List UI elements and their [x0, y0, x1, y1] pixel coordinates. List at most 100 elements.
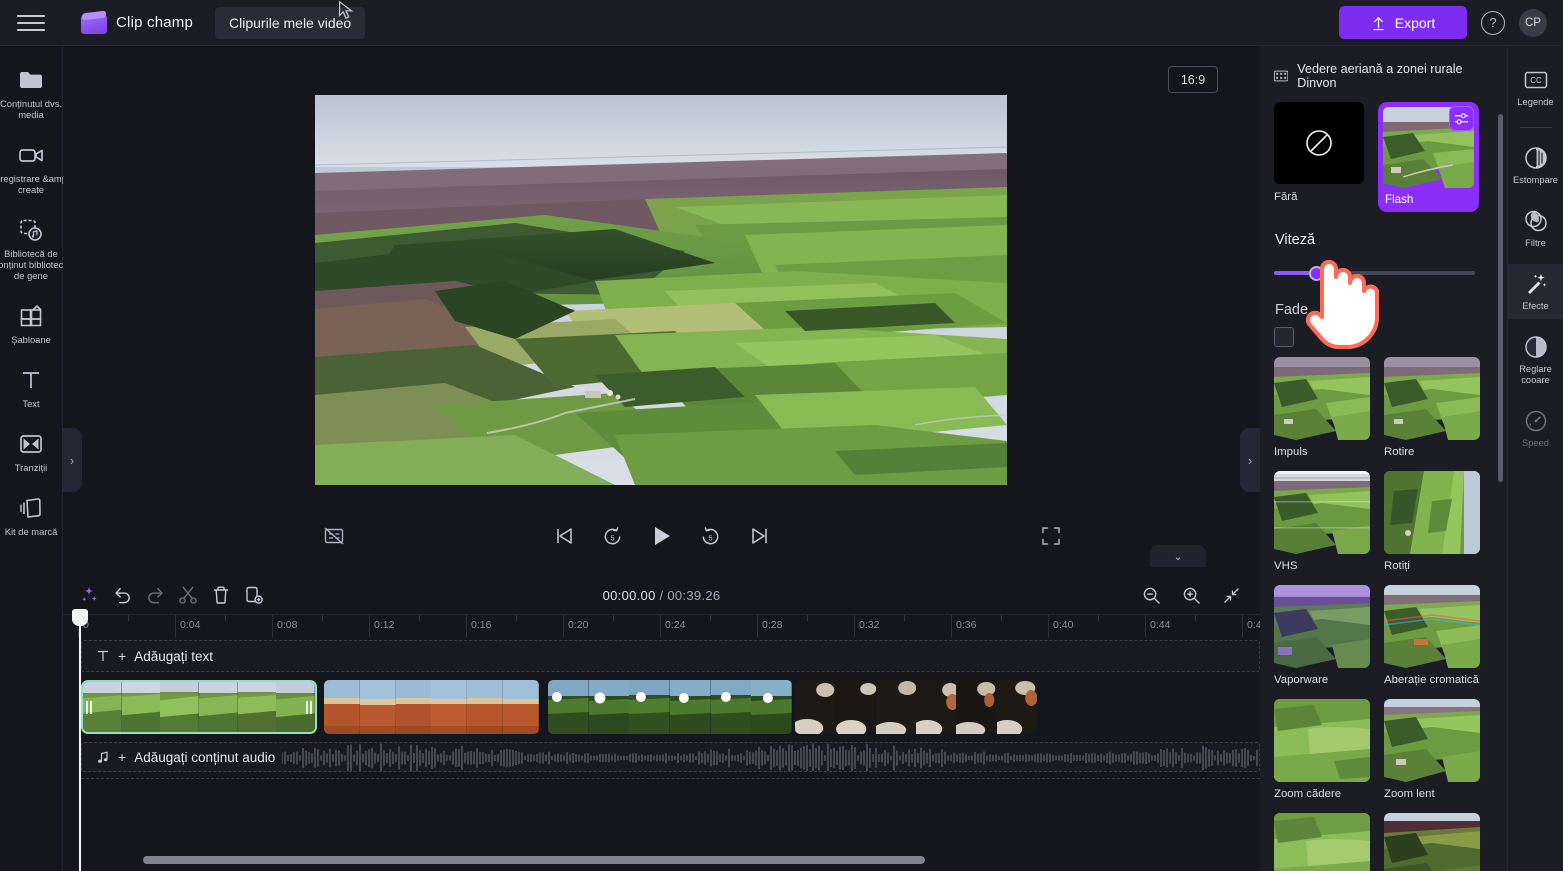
speed-slider[interactable] — [1274, 266, 1475, 281]
left-panel-collapse-button[interactable]: › — [62, 428, 82, 492]
aspect-ratio-button[interactable]: 16:9 — [1168, 66, 1218, 93]
ruler-minor-tick — [806, 615, 808, 621]
redo-button[interactable] — [140, 580, 170, 610]
upload-icon — [1372, 16, 1384, 30]
table-row[interactable] — [548, 680, 792, 734]
clip-trim-handle-right[interactable] — [303, 682, 315, 732]
effect-item-zoom-cadere[interactable]: Zoom cădere — [1274, 699, 1370, 801]
audio-waveform — [282, 743, 1258, 771]
project-tab-label: Clipurile mele video — [229, 14, 352, 31]
sidebar-item-record-create[interactable]: Înregistrare &amp; create — [0, 135, 70, 201]
timeline-horizontal-scrollbar[interactable] — [81, 856, 1260, 864]
sidebar-item-content-library[interactable]: Bibliotecă de conținut bibliotecă de gen… — [0, 210, 69, 287]
add-audio-track[interactable]: + Adăugați conținut audio — [81, 742, 1260, 772]
sidebar-item-brand-kit[interactable]: Kit de marcă — [0, 488, 63, 543]
tab-speed[interactable]: Speed — [1508, 401, 1563, 456]
effect-item-zoom-lent[interactable]: Zoom lent — [1384, 699, 1480, 801]
help-label: ? — [1489, 15, 1497, 30]
tab-estompare[interactable]: Estompare — [1508, 138, 1563, 193]
effect-item-impuls[interactable]: Impuls — [1274, 357, 1370, 459]
effect-label: Zoom cădere — [1274, 788, 1342, 800]
video-preview-stage[interactable] — [315, 95, 1007, 485]
sidebar-item-templates[interactable]: Șabloane — [0, 296, 63, 351]
effect-item-row5-right[interactable] — [1384, 813, 1480, 871]
effect-item-rotiti[interactable]: Rotiți — [1384, 471, 1480, 573]
effect-label: Zoom lent — [1384, 788, 1435, 800]
sliders-icon[interactable] — [1449, 106, 1474, 131]
sidebar-item-transitions[interactable]: Tranziții — [0, 424, 63, 479]
sidebar-item-media[interactable]: Conținutul dvs. media — [0, 60, 63, 126]
tab-efecte[interactable]: Efecte — [1507, 264, 1563, 319]
effect-item-row5-left[interactable] — [1274, 813, 1370, 871]
split-button[interactable] — [173, 580, 203, 610]
effect-label: Aberație cromatică — [1384, 674, 1479, 686]
scrollbar-thumb[interactable] — [143, 856, 925, 864]
table-row[interactable] — [324, 680, 539, 734]
table-row[interactable] — [81, 680, 317, 734]
timeline-toolbar: 00:00.00 / 00:39.26 — [63, 572, 1260, 618]
text-icon — [18, 367, 44, 393]
zoom-in-icon — [1183, 587, 1200, 604]
slider-knob[interactable] — [1309, 266, 1324, 281]
duplicate-button[interactable] — [239, 580, 269, 610]
undo-button[interactable] — [107, 580, 137, 610]
brand-name: Clip champ — [116, 14, 194, 31]
help-icon[interactable]: ? — [1481, 10, 1505, 35]
page-title: Vedere aeriană a zonei rurale Dinvon — [1297, 62, 1463, 90]
preview-area: 16:9 5 5 — [63, 46, 1260, 564]
play-button[interactable] — [649, 523, 675, 549]
ruler-tick-label: 0:24 — [665, 619, 686, 631]
fit-to-screen-button[interactable] — [1216, 580, 1246, 610]
clip-trim-handle-left[interactable] — [83, 682, 95, 732]
preview-frame-image — [315, 95, 1007, 485]
chevron-right-icon: › — [1247, 452, 1253, 468]
zoom-in-button[interactable] — [1176, 580, 1206, 610]
no-effect-icon — [1306, 130, 1332, 156]
export-button[interactable]: Export — [1339, 6, 1467, 39]
rewind-5-icon: 5 — [604, 526, 621, 544]
effects-panel-scrollbar[interactable] — [1498, 114, 1503, 482]
right-panel-collapse-button[interactable]: › — [1240, 428, 1260, 492]
fade-checkbox[interactable] — [1274, 327, 1294, 347]
avatar-initials: CP — [1525, 16, 1541, 29]
forward-5-button[interactable]: 5 — [698, 523, 724, 549]
skip-to-start-button[interactable] — [551, 523, 577, 549]
effect-thumbnail — [1384, 357, 1480, 440]
tab-label: Legende — [1517, 97, 1554, 107]
fullscreen-button[interactable] — [1038, 523, 1064, 549]
effect-flash-option[interactable]: Flash — [1378, 102, 1479, 212]
magic-wand-button[interactable] — [74, 580, 104, 610]
ruler-tick-label: 0:20 — [568, 619, 589, 631]
ruler-minor-tick — [1097, 615, 1099, 621]
zoom-out-button[interactable] — [1136, 580, 1166, 610]
avatar[interactable]: CP — [1519, 8, 1547, 37]
tab-reglare-culoare[interactable]: Reglare cooare — [1508, 327, 1563, 393]
rewind-5-button[interactable]: 5 — [600, 523, 626, 549]
timeline-ruler[interactable]: 0 0:04 0:08 0:12 0:16 0:20 0:24 0:28 0:32 0:36 0:4… — [63, 614, 1293, 637]
tab-filtre[interactable]: Filtre — [1508, 201, 1563, 256]
timeline-collapse-button[interactable]: ⌄ — [1150, 545, 1206, 567]
effects-panel: Vedere aeriană a zonei rurale Dinvon Făr… — [1260, 46, 1507, 871]
effect-thumbnail — [1384, 699, 1480, 782]
delete-button[interactable] — [206, 580, 236, 610]
left-sidebar: Conținutul dvs. media Înregistrare &amp;… — [0, 46, 70, 871]
effect-item-vhs[interactable]: VHS — [1274, 471, 1370, 573]
effect-label: Vaporware — [1274, 674, 1329, 686]
skip-to-end-button[interactable] — [747, 523, 773, 549]
mouse-pointer-icon — [339, 0, 354, 19]
film-strip-icon — [1274, 70, 1289, 82]
add-text-track[interactable]: + Adăugați text — [81, 640, 1260, 672]
tab-legende[interactable]: CC Legende — [1508, 60, 1563, 115]
brand-kit-icon — [18, 495, 44, 521]
menu-hamburger-icon[interactable] — [17, 9, 45, 37]
table-row[interactable] — [795, 680, 1037, 734]
sidebar-item-text[interactable]: Text — [0, 360, 63, 415]
effect-item-vaporware[interactable]: Vaporware — [1274, 585, 1370, 687]
effect-item-rotire[interactable]: Rotire — [1384, 357, 1480, 459]
ruler-minor-tick — [321, 615, 323, 621]
effect-none-option[interactable] — [1274, 102, 1364, 184]
effect-item-aberatie-cromatica[interactable]: Aberație cromatică — [1384, 585, 1480, 687]
playhead-knob[interactable] — [72, 609, 88, 626]
playhead[interactable] — [72, 609, 88, 871]
project-tab[interactable]: Clipurile mele video — [215, 0, 366, 39]
